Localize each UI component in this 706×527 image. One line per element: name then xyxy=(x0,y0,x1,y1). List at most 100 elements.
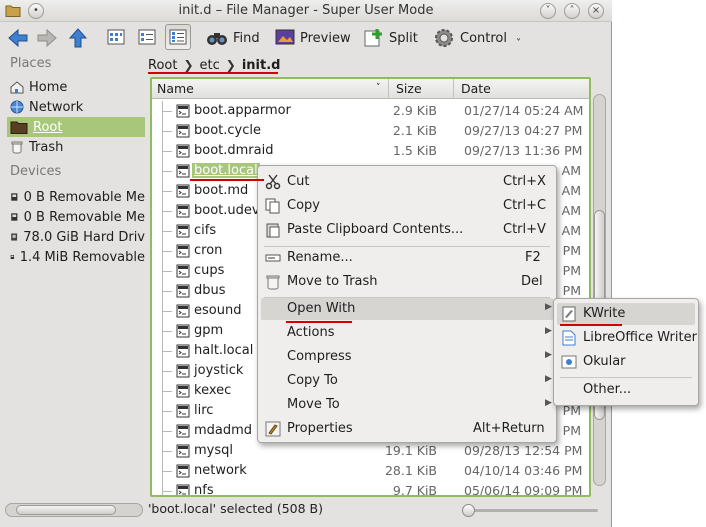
chevron-right-icon: ▶ xyxy=(545,326,552,336)
control-button[interactable]: Control ˅ xyxy=(433,25,521,51)
script-file-icon xyxy=(176,124,190,138)
sidebar-item-trash[interactable]: Trash xyxy=(7,137,145,157)
sidebar-horizontal-scrollbar[interactable] xyxy=(5,503,143,517)
file-date: 09/27/13 04:27 PM xyxy=(464,123,583,138)
breadcrumb-item-root[interactable]: Root xyxy=(148,58,177,73)
tree-line xyxy=(162,121,172,141)
sidebar-item-device[interactable]: 0 B Removable Me xyxy=(7,187,145,207)
zoom-track xyxy=(468,509,598,512)
file-row[interactable]: boot.apparmor 2.9 KiB 01/27/14 05:24 AM xyxy=(152,101,589,121)
script-file-icon xyxy=(176,444,190,458)
sidebar-item-root[interactable]: Root xyxy=(7,117,145,137)
maximize-icon[interactable]: ˄ xyxy=(564,3,580,19)
script-file-icon xyxy=(176,324,190,338)
breadcrumb-item-etc[interactable]: etc xyxy=(200,58,220,73)
tree-line xyxy=(162,181,172,201)
file-name: lirc xyxy=(194,403,214,418)
details-view-button[interactable] xyxy=(165,24,191,50)
forward-button[interactable] xyxy=(36,25,58,51)
file-list-vertical-scrollbar[interactable] xyxy=(592,90,608,495)
menu-item-copy[interactable]: Copy Ctrl+C xyxy=(261,195,553,217)
breadcrumb-item-init-d[interactable]: init.d xyxy=(242,58,281,73)
tree-line xyxy=(162,401,172,421)
scrollbar-thumb[interactable] xyxy=(16,505,116,515)
menu-item-kwrite[interactable]: KWrite xyxy=(557,303,695,325)
close-icon[interactable]: × xyxy=(588,3,604,19)
zoom-knob[interactable] xyxy=(462,504,475,517)
find-button[interactable]: Find xyxy=(206,25,260,51)
trash-icon xyxy=(11,141,23,154)
places-heading: Places xyxy=(10,56,52,71)
sidebar-item-device[interactable]: 78.0 GiB Hard Driv xyxy=(7,227,145,247)
menu-item-move-to-trash[interactable]: Move to Trash Del xyxy=(261,271,553,293)
paste-icon xyxy=(266,223,280,238)
file-size: 19.1 KiB xyxy=(384,443,437,458)
control-label: Control xyxy=(460,30,507,46)
minimize-icon[interactable]: ˅ xyxy=(540,3,556,19)
file-row[interactable]: boot.cycle 2.1 KiB 09/27/13 04:27 PM xyxy=(152,121,589,141)
chevron-right-icon: ▶ xyxy=(545,398,552,408)
menu-item-cut[interactable]: Cut Ctrl+X xyxy=(261,171,553,193)
sidebar-item-home[interactable]: Home xyxy=(7,77,145,97)
tree-line xyxy=(162,301,172,321)
details-view-icon xyxy=(169,29,187,45)
script-file-icon xyxy=(176,364,190,378)
menu-item-libreoffice-writer[interactable]: LibreOffice Writer xyxy=(557,327,697,349)
sidebar-item-network[interactable]: Network xyxy=(7,97,145,117)
file-name: cups xyxy=(194,263,225,278)
sidebar-item-device[interactable]: 1.4 MiB Removable xyxy=(7,247,145,267)
forward-arrow-icon xyxy=(37,28,57,48)
scissors-icon xyxy=(265,174,281,190)
menu-item-copy-to[interactable]: Copy To ▶ xyxy=(261,370,553,392)
preview-button[interactable]: Preview xyxy=(275,25,351,51)
window-title: init.d – File Manager - Super User Mode xyxy=(178,3,434,18)
file-row[interactable]: network 28.1 KiB 04/10/14 03:46 PM xyxy=(152,461,589,481)
menu-separator xyxy=(560,377,692,378)
split-icon xyxy=(364,29,382,47)
menu-item-move-to[interactable]: Move To ▶ xyxy=(261,394,553,416)
file-name: dbus xyxy=(194,283,226,298)
script-file-icon xyxy=(176,464,190,478)
file-row[interactable]: boot.dmraid 1.5 KiB 09/27/13 11:36 PM xyxy=(152,141,589,161)
context-menu: Cut Ctrl+X Copy Ctrl+C Paste Clipboard C… xyxy=(257,165,557,443)
menu-item-other[interactable]: Other... xyxy=(557,379,695,401)
menu-item-okular[interactable]: Okular xyxy=(557,351,695,373)
up-arrow-icon xyxy=(68,28,88,48)
removable-drive-icon xyxy=(10,254,15,260)
icons-view-button[interactable] xyxy=(103,24,129,50)
column-date[interactable]: Date xyxy=(461,81,491,96)
menu-item-compress[interactable]: Compress ▶ xyxy=(261,346,553,368)
menu-item-actions[interactable]: Actions ▶ xyxy=(261,322,553,344)
compact-view-icon xyxy=(138,29,156,45)
file-row[interactable]: nfs 9.7 KiB 05/06/14 09:09 PM xyxy=(152,481,589,495)
zoom-slider[interactable] xyxy=(462,503,602,517)
back-button[interactable] xyxy=(7,25,29,51)
menu-item-open-with[interactable]: Open With ▶ xyxy=(261,298,553,320)
compact-view-button[interactable] xyxy=(134,24,160,50)
tree-line xyxy=(162,221,172,241)
file-row[interactable]: mysql 19.1 KiB 09/28/13 12:54 PM xyxy=(152,441,589,461)
sidebar: Places Home Network Root Trash Devices 0… xyxy=(3,54,145,498)
file-name: gpm xyxy=(194,323,224,338)
back-arrow-icon xyxy=(8,28,28,48)
menu-item-properties[interactable]: Properties Alt+Return xyxy=(261,418,553,440)
file-date: PM xyxy=(562,263,581,278)
removable-drive-icon xyxy=(11,213,18,221)
tree-line xyxy=(162,421,172,441)
kwrite-icon xyxy=(562,306,576,322)
rename-icon xyxy=(265,254,281,262)
find-label: Find xyxy=(233,30,260,46)
menu-item-paste[interactable]: Paste Clipboard Contents... Ctrl+V xyxy=(261,219,553,241)
column-size[interactable]: Size xyxy=(396,81,422,96)
menu-item-rename[interactable]: Rename... F2 xyxy=(261,247,553,269)
chevron-right-icon: ▶ xyxy=(545,302,552,312)
column-name[interactable]: Name xyxy=(157,81,194,96)
up-button[interactable] xyxy=(67,25,89,51)
sidebar-item-device[interactable]: 0 B Removable Me xyxy=(7,207,145,227)
status-text: 'boot.local' selected (508 B) xyxy=(148,501,323,516)
red-underline-annotation xyxy=(148,72,278,74)
file-size: 1.5 KiB xyxy=(392,143,437,158)
file-name: boot.cycle xyxy=(194,123,261,138)
file-name: mdadmd xyxy=(194,423,253,438)
split-button[interactable]: Split xyxy=(364,25,418,51)
